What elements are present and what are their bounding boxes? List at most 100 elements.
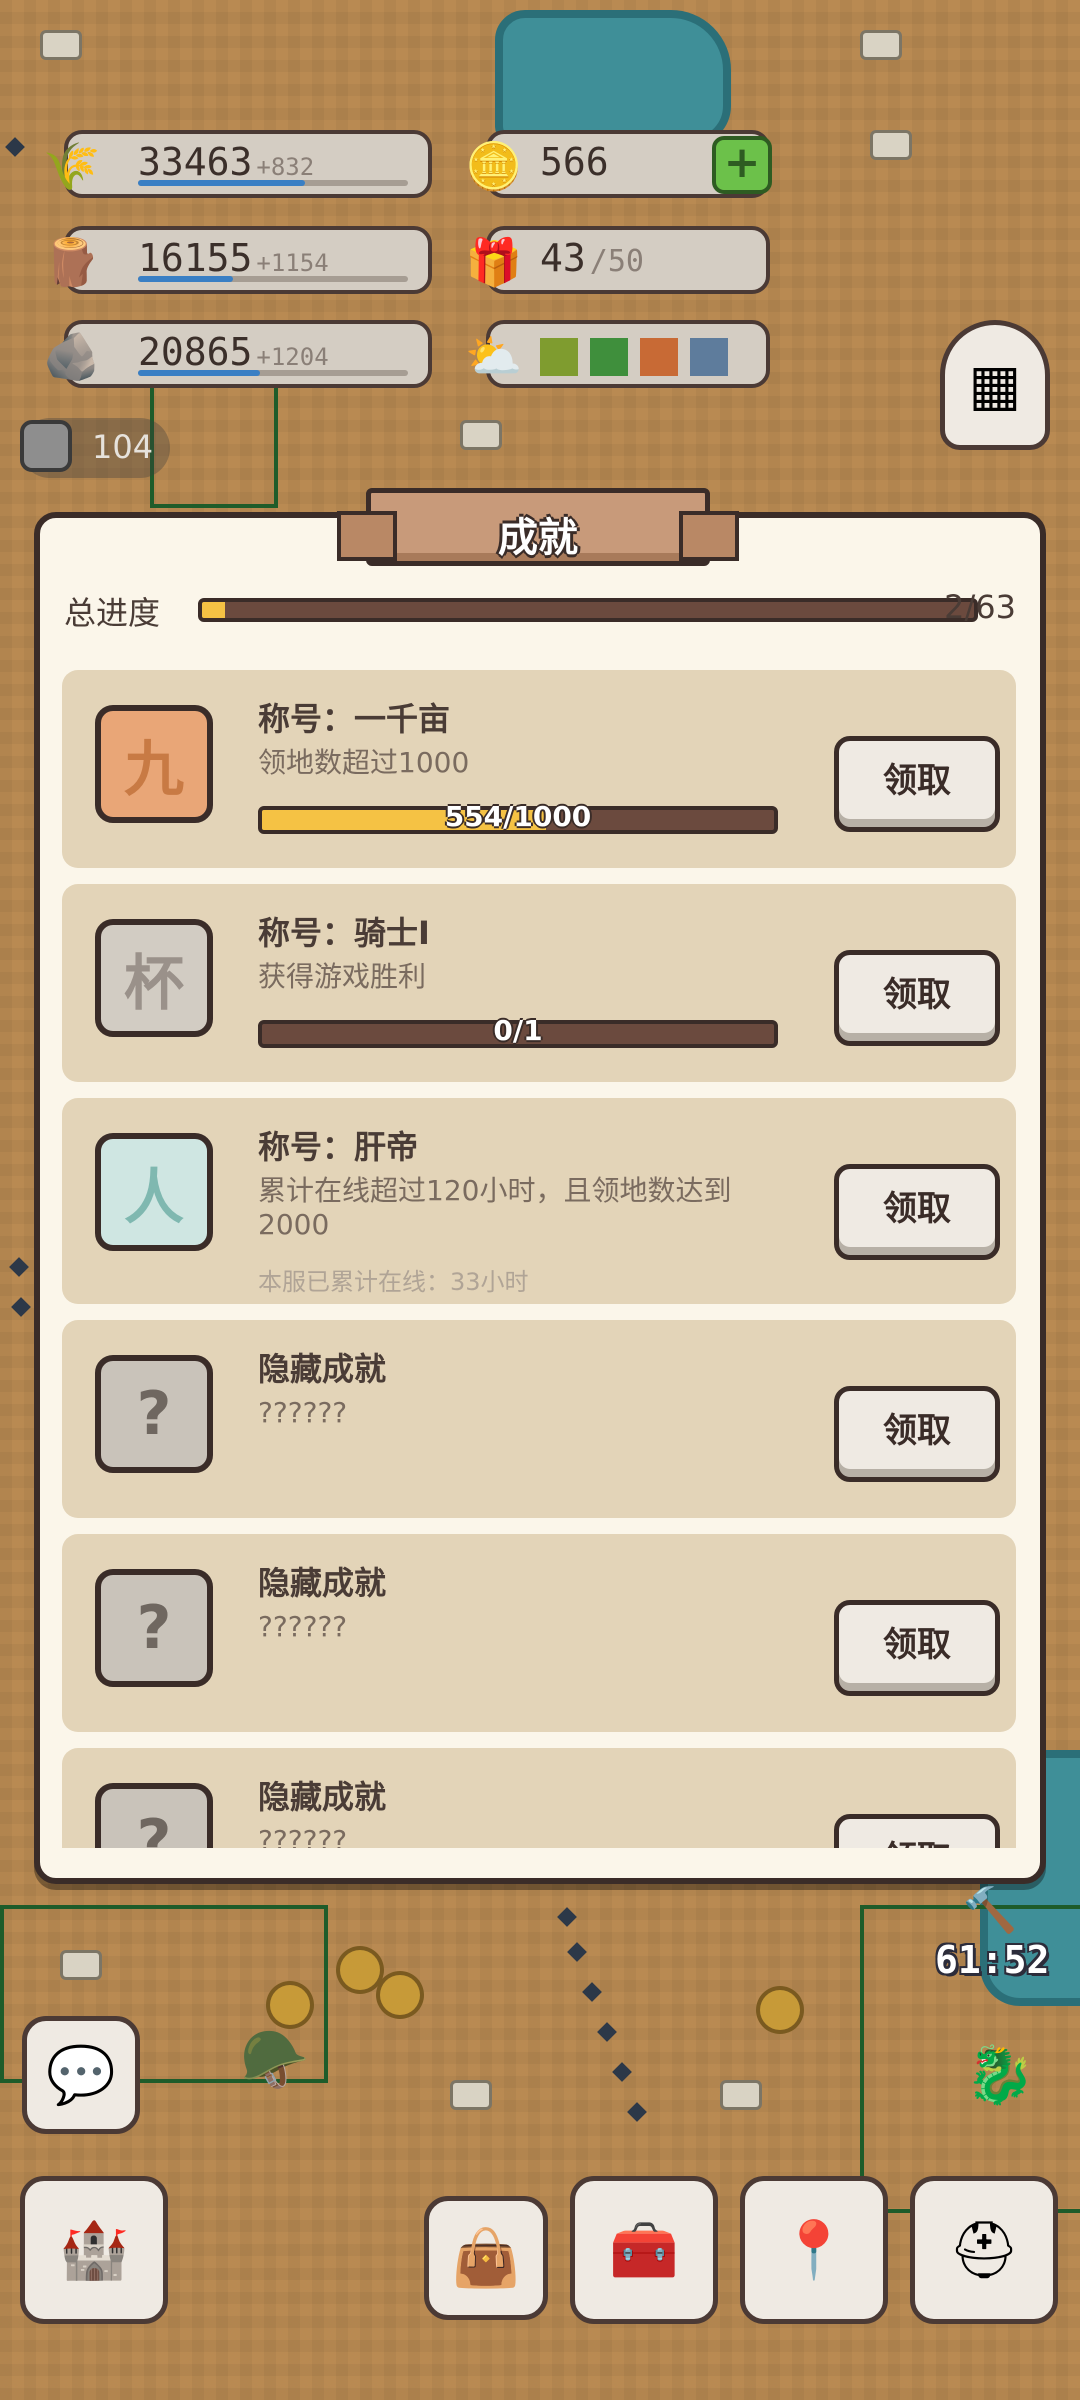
wood-income: +1154 — [256, 249, 329, 277]
gift-box-icon: 🎁 — [465, 234, 523, 289]
rock — [870, 130, 912, 160]
add-coins-button[interactable]: + — [712, 136, 772, 194]
weather-swatch-current — [640, 338, 678, 376]
ore-value: 104 — [92, 428, 154, 466]
achievement-desc: 累计在线超过120小时，且领地数达到2000 — [258, 1174, 732, 1241]
achievement-desc: ?????? — [258, 1396, 348, 1429]
weather-swatch — [540, 338, 578, 376]
claim-button[interactable]: 领取 — [834, 950, 1000, 1046]
achievement-card: 杯 称号：骑士I 获得游戏胜利 0/1 领取 — [62, 884, 1016, 1082]
achievement-desc: 获得游戏胜利 — [258, 960, 427, 993]
gifts-resource[interactable]: 🎁 43/50 — [465, 226, 770, 294]
path-marker — [557, 1907, 577, 1927]
log-icon: 🪵 — [43, 234, 101, 289]
food-value: 33463 — [138, 140, 253, 184]
food-income: +832 — [256, 153, 315, 181]
dialog-title: 成就 — [498, 515, 578, 561]
achievement-card: ? 隐藏成就 ?????? 领取 — [62, 1534, 1016, 1732]
food-bar — [138, 180, 408, 186]
stone-resource[interactable]: 🪨 20865 +1204 — [43, 320, 432, 388]
wood-resource[interactable]: 🪵 16155 +1154 — [43, 226, 432, 294]
ore-icon — [20, 420, 72, 472]
achievement-name: 称号：肝帝 — [258, 1128, 419, 1166]
treasure-chest-button[interactable]: 🧰 — [570, 2176, 718, 2324]
achievement-card: 人 称号：肝帝 累计在线超过120小时，且领地数达到2000 本服已累计在线：3… — [62, 1098, 1016, 1304]
chat-button[interactable]: 💬 — [22, 2016, 140, 2134]
achievement-desc: ?????? — [258, 1824, 348, 1848]
dragon-icon[interactable]: 🐉 — [950, 2010, 1050, 2140]
path-marker — [597, 2022, 617, 2042]
achievement-card: ? 隐藏成就 ?????? 领取 — [62, 1748, 1016, 1848]
rock — [460, 420, 502, 450]
equipment-button[interactable]: ⛑ — [910, 2176, 1058, 2324]
stone-income: +1204 — [256, 343, 329, 371]
achievement-progress-text: 554/1000 — [444, 800, 592, 833]
hammer-icon[interactable]: 🔨 — [950, 1880, 1030, 1940]
achievement-name: 称号：骑士I — [258, 914, 430, 952]
wood-value: 16155 — [138, 236, 253, 280]
coins-resource[interactable]: 🪙 566 + — [465, 130, 772, 198]
dialog-title-banner: 成就 — [337, 488, 739, 566]
achievement-badge-icon: 九 — [84, 694, 224, 834]
bag-icon: 👜 — [451, 2226, 521, 2291]
soldier-unit[interactable]: 🪖 — [230, 2010, 320, 2110]
path-marker — [9, 1257, 29, 1277]
achievement-progress-text: 0/1 — [493, 1014, 543, 1047]
ore-counter: 104 — [20, 418, 170, 478]
food-resource[interactable]: 🌾 33463 +832 — [43, 130, 432, 198]
castle-icon: 🏰 — [59, 2218, 129, 2283]
path-marker — [5, 137, 25, 157]
coins-value: 566 — [540, 140, 609, 184]
weather-panel[interactable]: ⛅ — [465, 320, 770, 388]
countdown-timer: 61:52 — [935, 1938, 1050, 1982]
wood-bar-fill — [138, 276, 233, 282]
stone-bar — [138, 370, 408, 376]
overall-progress-fill — [202, 602, 226, 618]
weather-icon: ⛅ — [465, 328, 523, 383]
overall-progress-bar — [198, 598, 978, 622]
claim-button[interactable]: 领取 — [834, 1164, 1000, 1260]
claim-button[interactable]: 领取 — [834, 736, 1000, 832]
achievement-name: 隐藏成就 — [258, 1350, 387, 1388]
achievement-badge-icon: ? — [84, 1558, 224, 1698]
bag-button[interactable]: 👜 — [424, 2196, 548, 2320]
achievement-badge-icon: ? — [84, 1772, 224, 1848]
rock — [450, 2080, 492, 2110]
overall-progress-label: 总进度 — [64, 594, 161, 632]
rock — [860, 30, 902, 60]
overall-progress-count: 2/63 — [944, 588, 1016, 626]
rock — [720, 2080, 762, 2110]
map-button[interactable]: 📍 — [740, 2176, 888, 2324]
gifts-value: 43 — [540, 236, 586, 280]
wood-bar — [138, 276, 408, 282]
knight-helmet-icon: ⛑ — [948, 2218, 1020, 2283]
stone-icon: 🪨 — [43, 328, 101, 383]
achievement-name: 隐藏成就 — [258, 1564, 387, 1602]
gold-coin-icon: 🪙 — [465, 138, 523, 193]
claim-button[interactable]: 领取 — [834, 1386, 1000, 1482]
rock — [60, 1950, 102, 1980]
achievement-desc: ?????? — [258, 1610, 348, 1643]
wheat-icon: 🌾 — [43, 138, 101, 193]
achievement-name: 隐藏成就 — [258, 1778, 387, 1816]
claim-button[interactable]: 领取 — [834, 1600, 1000, 1696]
food-bar-fill — [138, 180, 306, 186]
achievement-badge-icon: ? — [84, 1344, 224, 1484]
chat-bubble-icon: 💬 — [46, 2043, 116, 2108]
treasure-chest-icon: 🧰 — [609, 2218, 679, 2283]
grid-menu-button[interactable]: ▦ — [940, 320, 1050, 450]
claim-button[interactable]: 领取 — [834, 1814, 1000, 1848]
achievement-list[interactable]: 九 称号：一千亩 领地数超过1000 554/1000 领取 杯 称号：骑士I … — [62, 670, 1016, 1848]
achievement-badge-icon: 人 — [84, 1122, 224, 1262]
overall-progress: 总进度 2/63 — [64, 588, 1016, 632]
castle-button[interactable]: 🏰 — [20, 2176, 168, 2324]
stone-bar-fill — [138, 370, 260, 376]
gifts-max: /50 — [589, 244, 644, 279]
weather-swatch — [690, 338, 728, 376]
achievement-online-time: 本服已累计在线：33小时 — [258, 1268, 529, 1296]
map-pin-icon: 📍 — [779, 2218, 849, 2283]
path-marker — [567, 1942, 587, 1962]
achievement-card: 九 称号：一千亩 领地数超过1000 554/1000 领取 — [62, 670, 1016, 868]
weather-swatch — [590, 338, 628, 376]
stone-value: 20865 — [138, 330, 253, 374]
